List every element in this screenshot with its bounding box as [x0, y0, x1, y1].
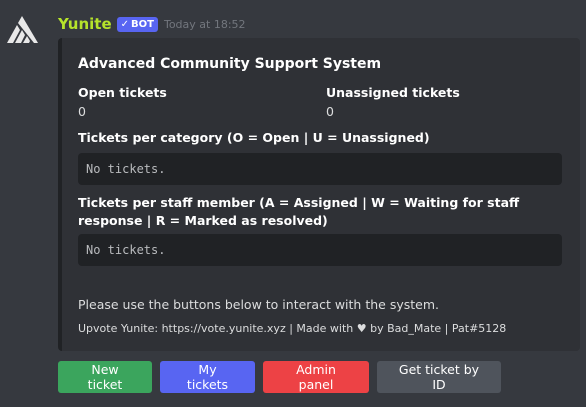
field-value: 0	[326, 104, 334, 119]
embed-title: Advanced Community Support System	[78, 56, 382, 72]
code-block-per-staff: No tickets.	[78, 234, 562, 266]
admin-panel-button[interactable]: Admin panel	[263, 361, 369, 393]
get-ticket-by-id-button[interactable]: Get ticket by ID	[377, 361, 501, 393]
field-tickets-per-staff: Tickets per staff member (A = Assigned |…	[78, 194, 558, 230]
embed-footer: Upvote Yunite: https://vote.yunite.xyz |…	[78, 322, 506, 335]
my-tickets-button[interactable]: My tickets	[160, 361, 255, 393]
field-name: Unassigned tickets	[326, 85, 460, 100]
username[interactable]: Yunite	[58, 15, 112, 33]
avatar[interactable]	[0, 8, 44, 52]
chat-message: Yunite ✓ BOT Today at 18:52 Advanced Com…	[0, 0, 586, 407]
code-block-per-category: No tickets.	[78, 153, 562, 185]
field-unassigned-tickets: Unassigned tickets 0	[326, 85, 460, 119]
footer-suffix: by Bad_Mate | Pat#5128	[370, 322, 507, 335]
field-value: 0	[78, 104, 86, 119]
button-row: New ticket My tickets Admin panel Get ti…	[58, 361, 501, 393]
field-tickets-per-category: Tickets per category (O = Open | U = Una…	[78, 130, 430, 145]
yunite-logo-icon	[7, 16, 38, 43]
heart-icon: ♥	[356, 322, 367, 335]
field-open-tickets: Open tickets 0	[78, 85, 167, 119]
field-name: Tickets per staff member (A = Assigned |…	[78, 195, 520, 228]
code-block-text: No tickets.	[86, 243, 166, 257]
field-name: Tickets per category (O = Open | U = Una…	[78, 130, 430, 145]
check-icon: ✓	[120, 18, 130, 30]
message-header: Yunite ✓ BOT Today at 18:52	[58, 14, 246, 34]
field-name: Open tickets	[78, 85, 167, 100]
embed: Advanced Community Support System Open t…	[58, 38, 580, 351]
bot-badge: ✓ BOT	[116, 16, 158, 32]
code-block-text: No tickets.	[86, 162, 166, 176]
footer-prefix: Upvote Yunite: https://vote.yunite.xyz |…	[78, 322, 354, 335]
bot-badge-label: BOT	[131, 18, 154, 30]
embed-description: Please use the buttons below to interact…	[78, 297, 439, 312]
timestamp[interactable]: Today at 18:52	[164, 18, 246, 31]
new-ticket-button[interactable]: New ticket	[58, 361, 152, 393]
